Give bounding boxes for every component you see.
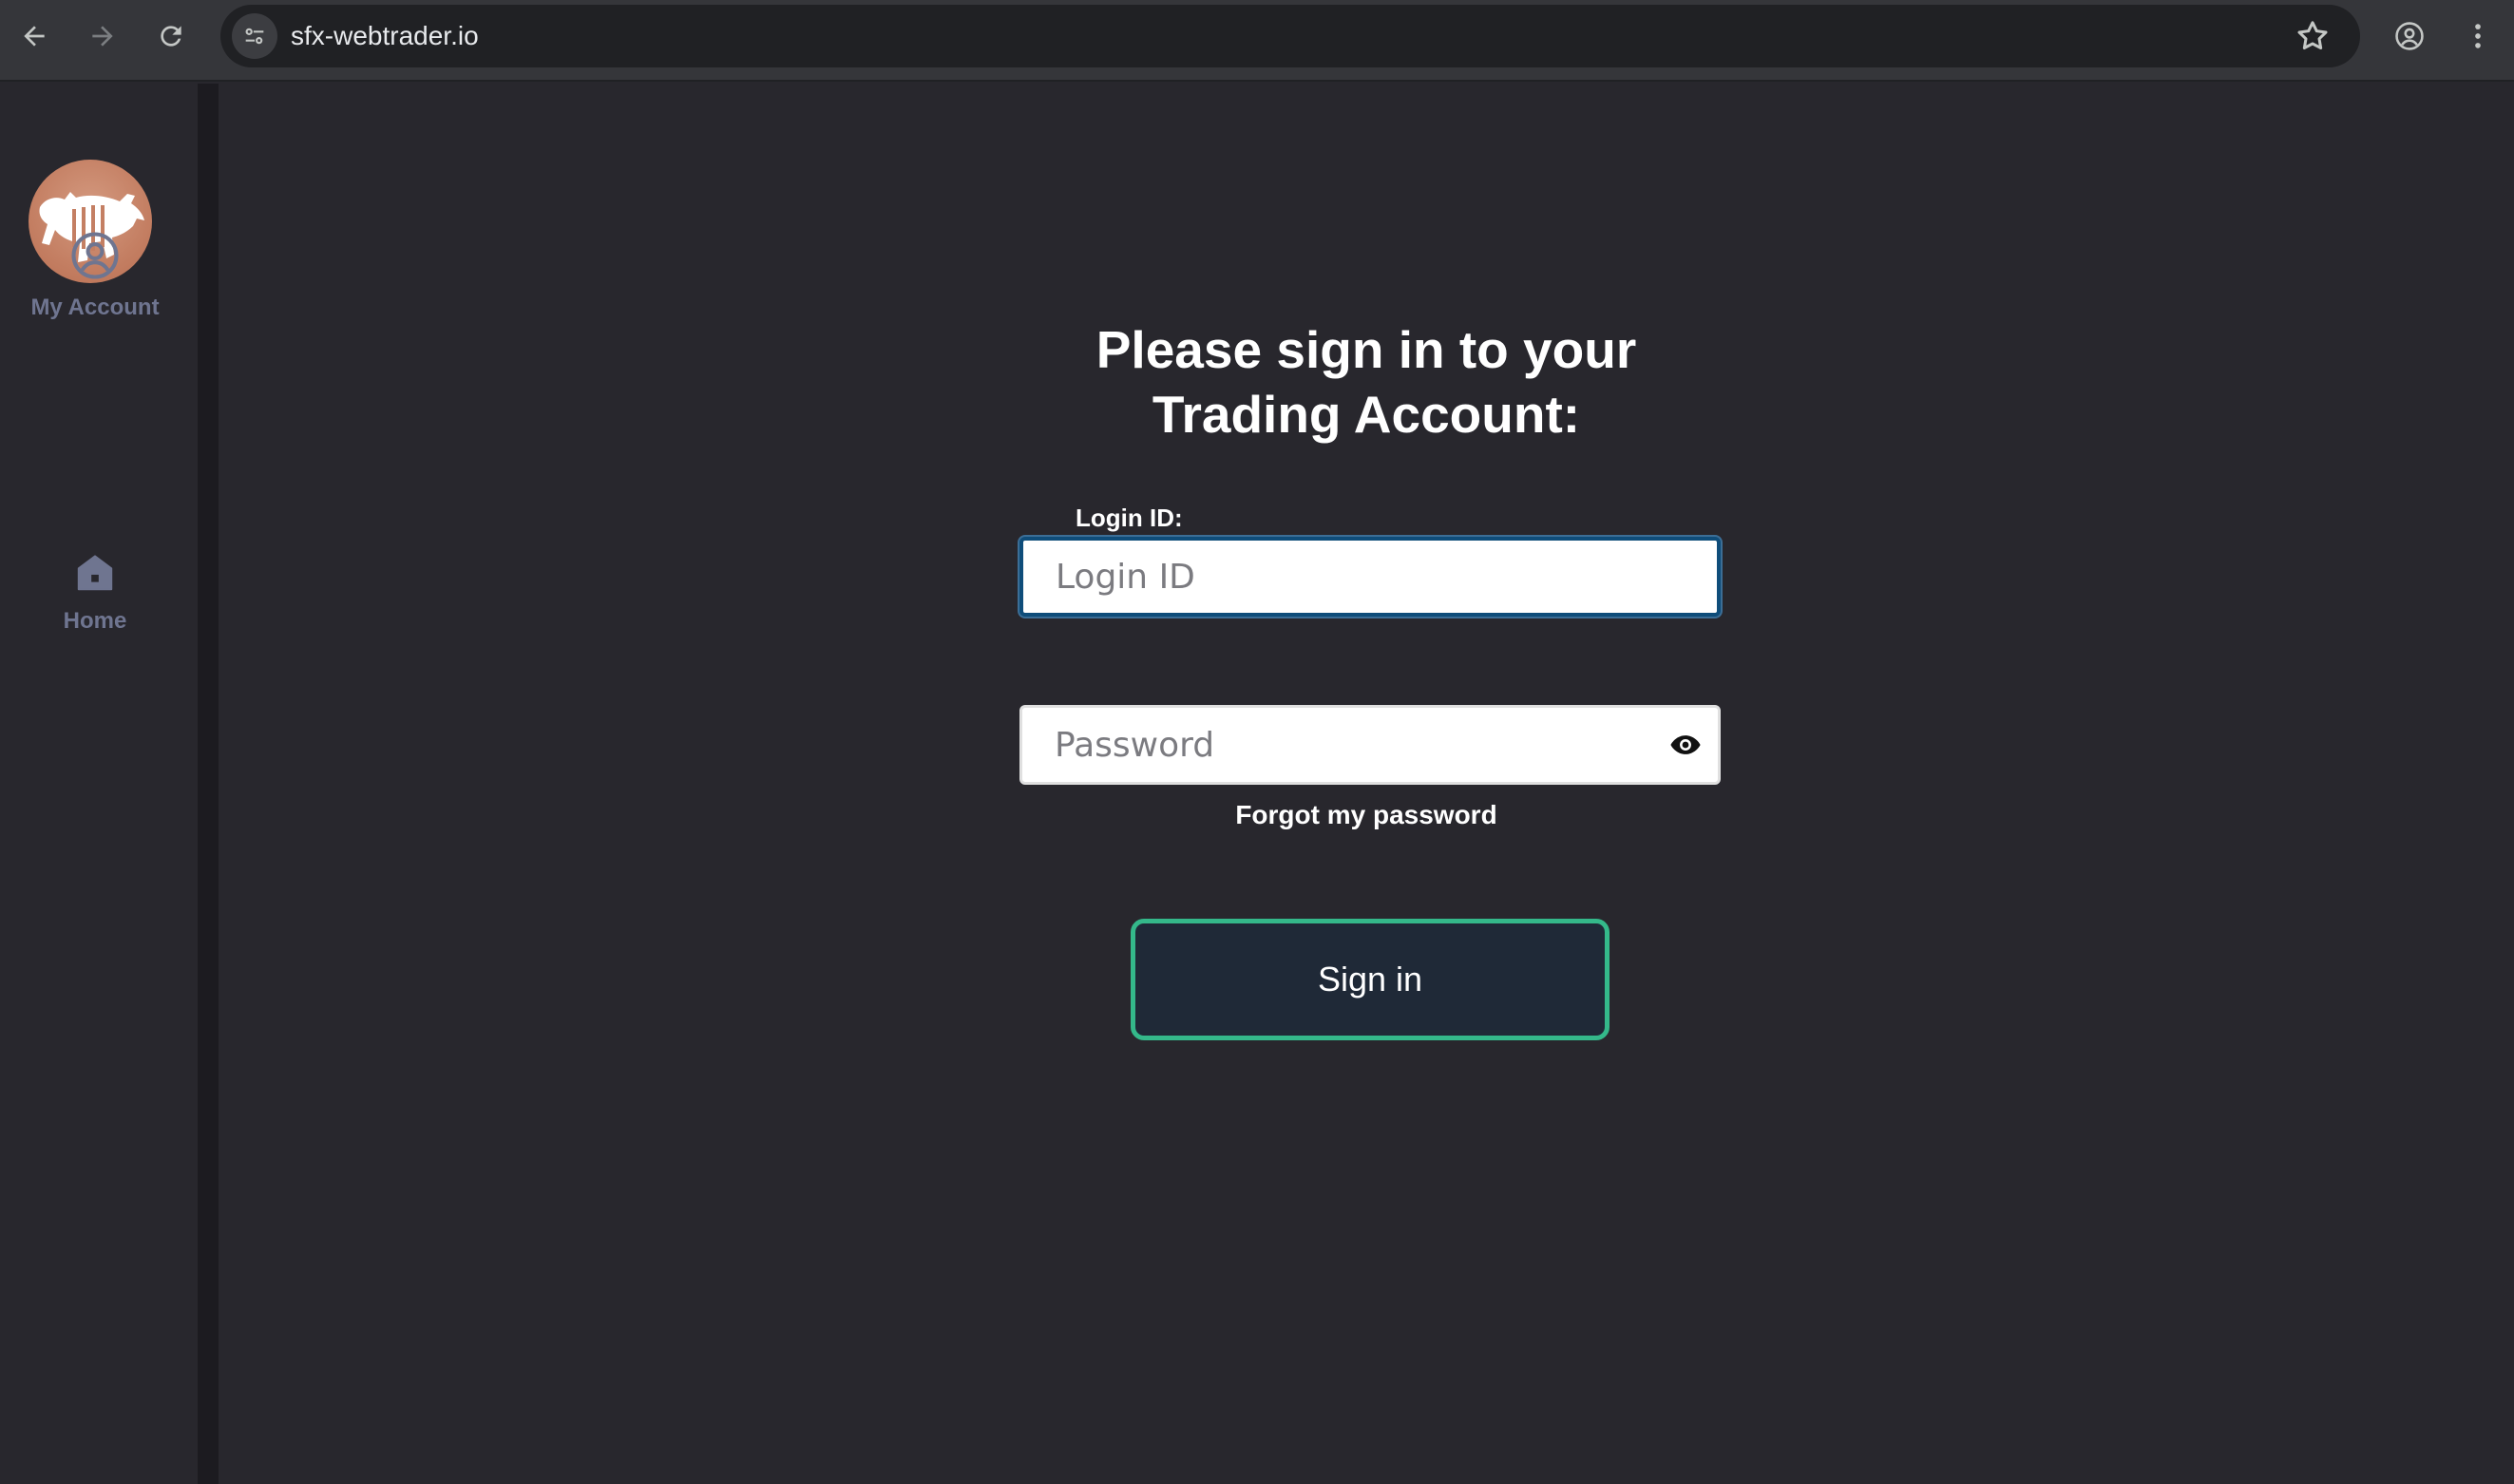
profile-icon [2395,22,2424,50]
back-button[interactable] [11,13,57,59]
sidebar-item-label: My Account [30,295,160,320]
browser-toolbar: sfx-webtrader.io [0,0,2514,82]
sign-in-button[interactable]: Sign in [1131,919,1609,1040]
forward-button[interactable] [80,13,125,59]
address-bar[interactable]: sfx-webtrader.io [220,5,2360,67]
url-text[interactable]: sfx-webtrader.io [291,5,479,67]
reload-icon [161,26,181,47]
title-line-1: Please sign in to your [1095,320,1637,379]
forgot-password-link[interactable]: Forgot my password [219,800,2514,830]
browser-menu-button[interactable] [2455,13,2501,59]
login-id-input[interactable] [1019,537,1721,617]
forward-arrow-icon [92,26,113,47]
user-circle-icon [71,232,119,279]
eye-icon [1670,735,1701,754]
back-arrow-icon [24,26,45,47]
forgot-password-text[interactable]: Forgot my password [1235,800,1496,829]
sidebar-divider [198,84,219,1484]
home-icon [77,555,113,591]
kebab-menu-icon [2475,24,2481,48]
title-line-2: Trading Account: [1152,385,1581,444]
sidebar: My Account Home [0,84,198,1484]
star-icon[interactable] [2294,17,2332,55]
password-input[interactable] [1019,705,1721,785]
show-password-toggle[interactable] [1665,726,1706,764]
site-info-button[interactable] [232,13,277,59]
sidebar-item-label: Home [63,608,127,634]
sidebar-item-home[interactable]: Home [0,551,190,635]
login-id-label: Login ID: [1076,504,1183,532]
page-title: Please sign in to your Trading Account: [219,317,2514,447]
reload-button[interactable] [148,13,194,59]
sidebar-item-my-account[interactable]: My Account [0,230,190,321]
main-content: Please sign in to your Trading Account: … [219,84,2514,1484]
tune-icon [245,28,264,45]
profile-button[interactable] [2387,13,2432,59]
